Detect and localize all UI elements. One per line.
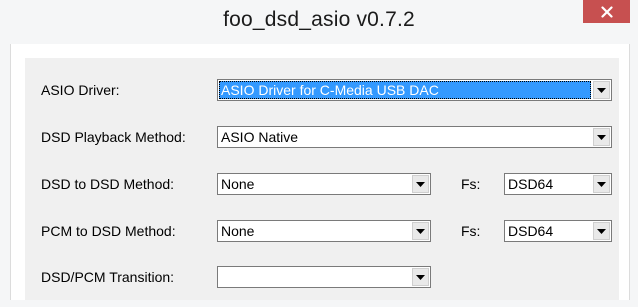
dsd-to-dsd-fs-label: Fs:	[461, 176, 481, 192]
pcm-to-dsd-select[interactable]: None	[217, 220, 431, 242]
settings-panel: ASIO Driver: ASIO Driver for C-Media USB…	[25, 58, 619, 300]
dsd-playback-select[interactable]: ASIO Native	[217, 126, 612, 148]
window-title: foo_dsd_asio v0.7.2	[223, 8, 415, 31]
dialog-window: foo_dsd_asio v0.7.2 ASIO Driver: ASIO Dr…	[0, 0, 638, 307]
transition-dropdown-button[interactable]	[412, 268, 429, 286]
chevron-down-icon	[597, 87, 606, 93]
asio-driver-select[interactable]: ASIO Driver for C-Media USB DAC	[217, 79, 612, 101]
title-bar[interactable]: foo_dsd_asio v0.7.2	[0, 0, 638, 44]
asio-driver-value: ASIO Driver for C-Media USB DAC	[219, 81, 591, 99]
dsd-playback-dropdown-button[interactable]	[593, 128, 610, 146]
client-area: ASIO Driver: ASIO Driver for C-Media USB…	[10, 44, 630, 300]
dsd-playback-value: ASIO Native	[221, 129, 299, 145]
pcm-to-dsd-dropdown-button[interactable]	[412, 222, 429, 240]
dsd-to-dsd-label: DSD to DSD Method:	[41, 176, 175, 192]
chevron-down-icon	[597, 181, 606, 187]
dsd-to-dsd-dropdown-button[interactable]	[412, 175, 429, 193]
chevron-down-icon	[416, 274, 425, 280]
asio-driver-label: ASIO Driver:	[41, 82, 120, 98]
chevron-down-icon	[597, 134, 606, 140]
pcm-to-dsd-fs-dropdown-button[interactable]	[593, 222, 610, 240]
pcm-to-dsd-label: PCM to DSD Method:	[41, 223, 176, 239]
transition-value	[219, 268, 410, 286]
transition-label: DSD/PCM Transition:	[41, 269, 175, 285]
pcm-to-dsd-fs-label: Fs:	[461, 223, 481, 239]
close-icon	[600, 5, 613, 18]
dsd-to-dsd-fs-dropdown-button[interactable]	[593, 175, 610, 193]
dsd-to-dsd-value: None	[221, 176, 255, 192]
asio-driver-dropdown-button[interactable]	[593, 81, 610, 99]
chevron-down-icon	[416, 181, 425, 187]
pcm-to-dsd-fs-value: DSD64	[508, 223, 554, 239]
pcm-to-dsd-fs-select[interactable]: DSD64	[504, 220, 612, 242]
dsd-to-dsd-fs-value: DSD64	[508, 176, 554, 192]
dsd-to-dsd-select[interactable]: None	[217, 173, 431, 195]
close-button[interactable]	[583, 0, 630, 23]
pcm-to-dsd-value: None	[221, 223, 255, 239]
dsd-playback-label: DSD Playback Method:	[41, 129, 186, 145]
transition-select[interactable]	[217, 266, 431, 288]
dsd-to-dsd-fs-select[interactable]: DSD64	[504, 173, 612, 195]
chevron-down-icon	[416, 228, 425, 234]
chevron-down-icon	[597, 228, 606, 234]
